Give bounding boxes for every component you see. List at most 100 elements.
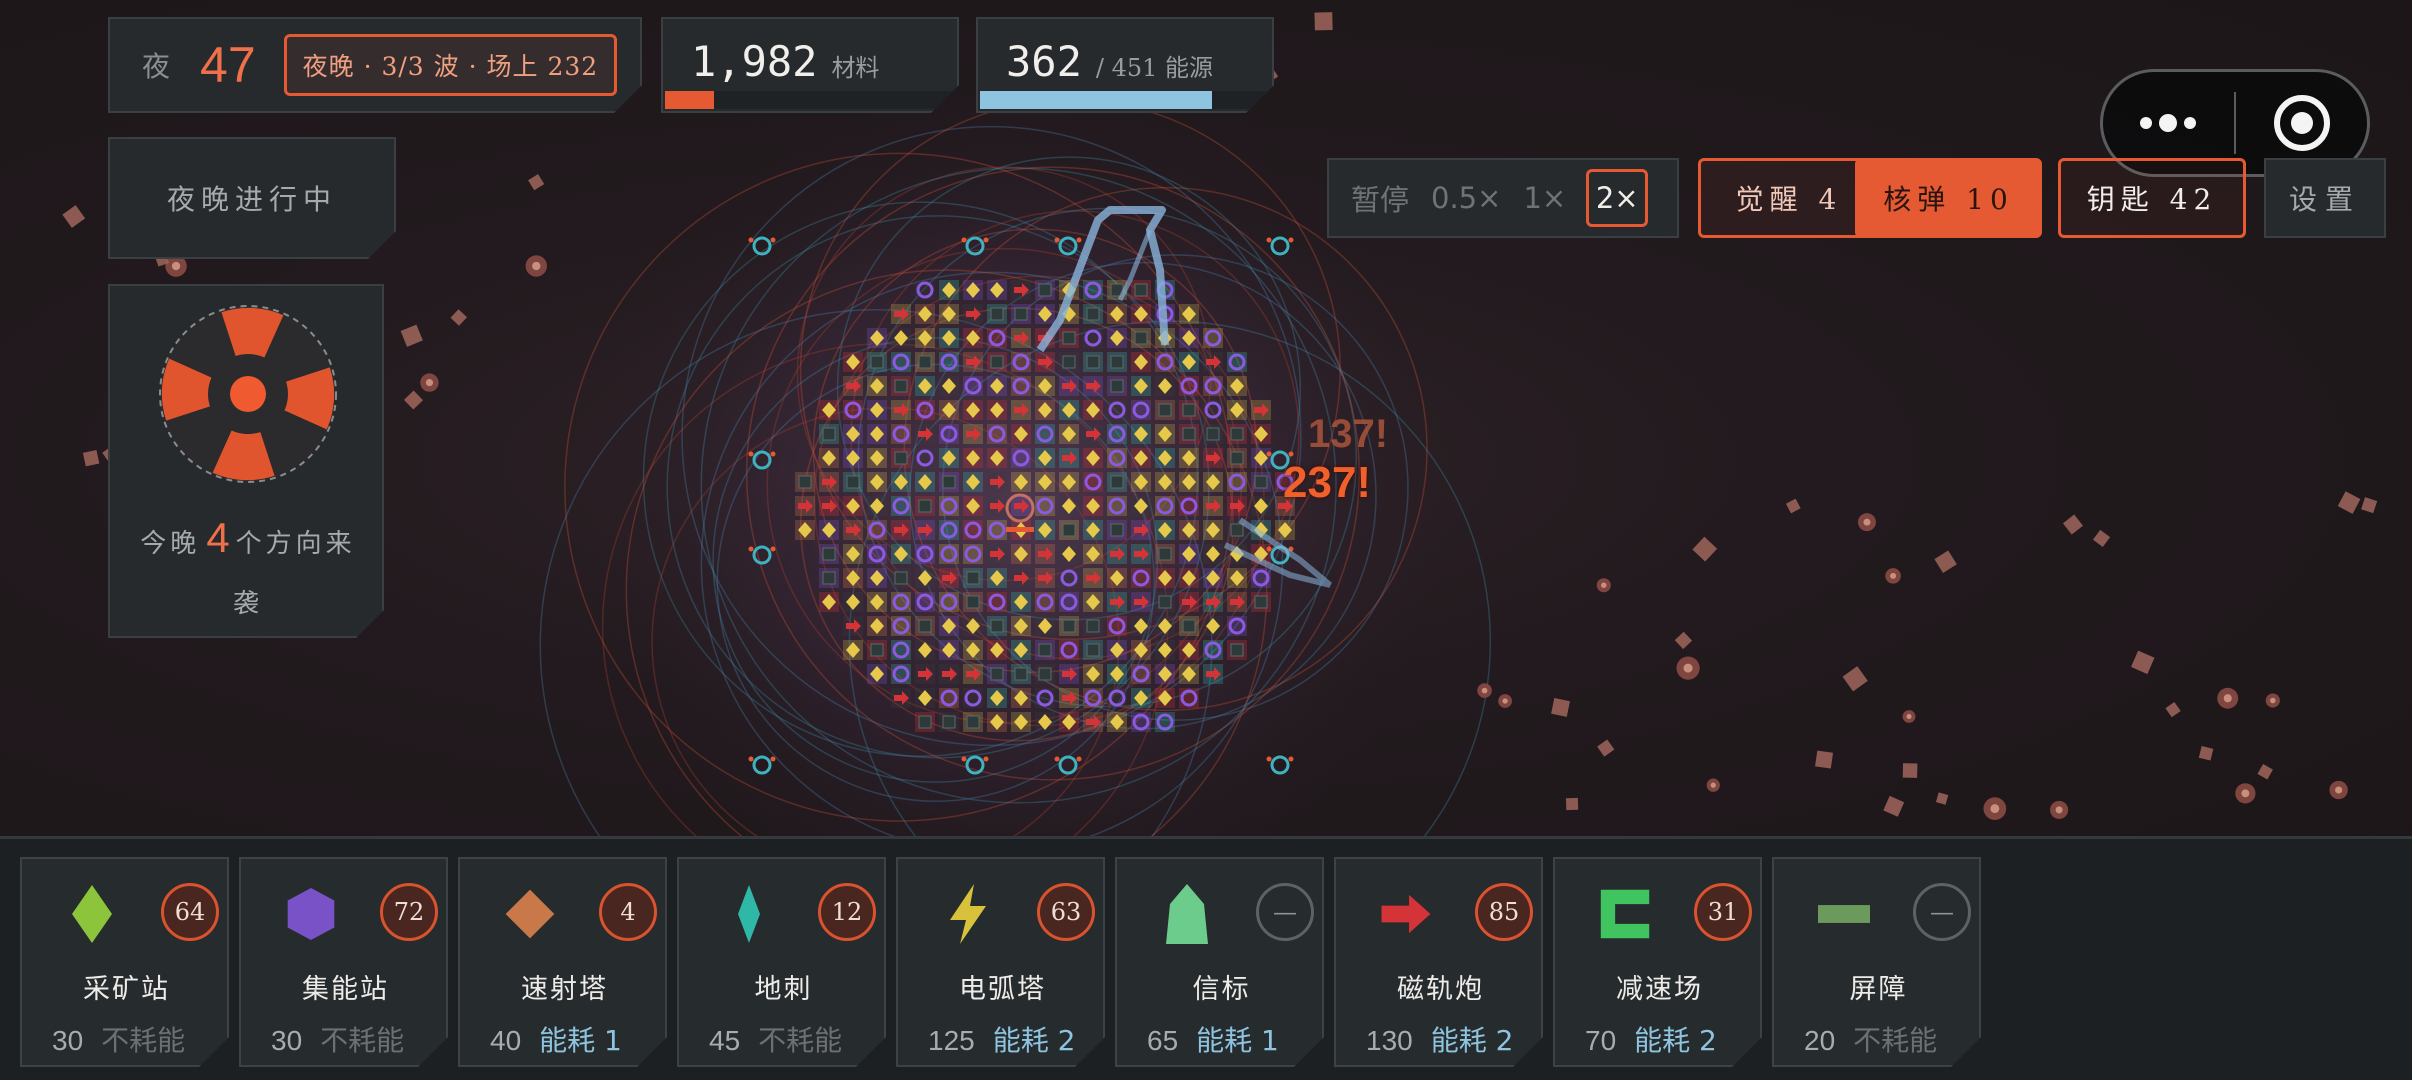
building-cost: 45	[709, 1025, 741, 1056]
building-count-badge: 31	[1694, 883, 1752, 941]
lightning-icon	[942, 881, 994, 947]
enemy-unit	[1692, 536, 1718, 562]
attack-direction-panel: 今晚 4 个方向来袭	[108, 284, 384, 638]
building-card[interactable]: 31 减速场 70 能耗 2	[1553, 857, 1762, 1067]
awaken-button[interactable]: 觉醒 4	[1698, 158, 1880, 238]
tower-piece	[1158, 547, 1172, 561]
enemy-unit-core	[2055, 806, 2063, 814]
building-count-badge: 72	[380, 883, 438, 941]
beacon-dot	[1266, 756, 1272, 762]
tower-piece	[1134, 331, 1148, 345]
building-card[interactable]: — 屏障 20 不耗能	[1772, 857, 1981, 1067]
enemy-unit-core	[1990, 804, 2000, 814]
beacon-dot	[983, 237, 989, 243]
building-card[interactable]: 4 速射塔 40 能耗 1	[458, 857, 667, 1067]
building-card[interactable]: 12 地刺 45 不耗能	[677, 857, 886, 1067]
beacon-dot	[983, 756, 989, 762]
night-panel: 夜 47 夜晚 · 3/3 波 · 场上 232	[108, 17, 642, 113]
beacon-dot	[961, 756, 967, 762]
building-name: 磁轨炮	[1397, 974, 1484, 1005]
building-cost-row: 45 不耗能	[709, 1019, 842, 1059]
enemy-unit-core	[2241, 789, 2250, 798]
nuke-button[interactable]: 核弹 10	[1855, 158, 2042, 238]
tower-piece	[1110, 475, 1124, 489]
damage-number: 237!	[1283, 458, 1372, 507]
beacon-dot	[1054, 756, 1060, 762]
building-cost: 40	[490, 1025, 522, 1056]
building-name: 电弧塔	[959, 974, 1046, 1005]
enemy-unit	[1785, 498, 1801, 514]
direction-suffix: 个方向来袭	[232, 529, 356, 619]
building-card[interactable]: 72 集能站 30 不耗能	[239, 857, 448, 1067]
enemy-unit-core	[1481, 687, 1488, 694]
building-energy: 能耗 2	[1430, 1024, 1514, 1057]
tower-piece	[1230, 451, 1244, 465]
materials-bar	[665, 91, 955, 109]
damage-number: 137!	[1308, 412, 1389, 456]
building-cost: 70	[1585, 1025, 1617, 1056]
settings-button[interactable]: 设置	[2264, 158, 2386, 238]
beacon-dot	[1076, 237, 1082, 243]
enemy-unit-core	[1906, 714, 1912, 720]
tower-piece	[918, 715, 932, 729]
speed-2x-button[interactable]: 2×	[1586, 169, 1649, 227]
beacon-dot	[1266, 546, 1272, 552]
beacon-dot	[961, 237, 967, 243]
building-cost-row: 20 不耗能	[1804, 1019, 1937, 1059]
tower-piece	[1182, 403, 1196, 417]
building-energy: 不耗能	[101, 1024, 186, 1057]
tower-piece	[918, 355, 932, 369]
enemy-unit-core	[1890, 572, 1897, 579]
enemy-unit	[1565, 797, 1579, 811]
building-count-badge: 63	[1037, 883, 1095, 941]
enemy-unit	[1934, 550, 1957, 573]
building-cost: 65	[1147, 1025, 1179, 1056]
enemy-unit	[2361, 497, 2378, 514]
tower-piece	[1110, 379, 1124, 393]
building-name: 速射塔	[521, 974, 608, 1005]
building-card[interactable]: 85 磁轨炮 130 能耗 2	[1334, 857, 1543, 1067]
building-energy: 能耗 1	[539, 1024, 622, 1057]
building-cost-row: 70 能耗 2	[1585, 1019, 1717, 1059]
speed-pause-button[interactable]: 暂停	[1351, 177, 1409, 219]
enemy-unit	[2062, 514, 2083, 535]
tower-piece	[1062, 331, 1076, 345]
building-cost: 130	[1366, 1025, 1413, 1056]
building-card[interactable]: 63 电弧塔 125 能耗 2	[896, 857, 1105, 1067]
speed-half-button[interactable]: 0.5×	[1431, 181, 1501, 215]
tower-piece	[1110, 355, 1124, 369]
materials-panel: 1,982 材料	[661, 17, 959, 113]
tower-piece	[1206, 427, 1220, 441]
core-marker-bar	[1006, 527, 1034, 532]
keys-button[interactable]: 钥匙 42	[2058, 158, 2246, 238]
enemy-unit	[1935, 792, 1949, 805]
direction-prefix: 今晚	[140, 529, 201, 559]
beacon-dot	[748, 756, 754, 762]
tower-piece	[798, 475, 812, 489]
tower-piece	[1014, 307, 1028, 321]
tower-piece	[894, 379, 908, 393]
building-card[interactable]: — 信标 65 能耗 1	[1115, 857, 1324, 1067]
enemy-unit	[1597, 739, 1615, 757]
energy-bar-fill	[980, 91, 1212, 109]
building-name: 减速场	[1616, 974, 1703, 1005]
building-cost-row: 125 能耗 2	[928, 1019, 1075, 1059]
speed-1x-button[interactable]: 1×	[1523, 181, 1566, 215]
barrier-bar-icon	[1818, 881, 1870, 947]
building-count-badge: —	[1256, 883, 1314, 941]
tower-piece	[1086, 355, 1100, 369]
building-cost-row: 40 能耗 1	[490, 1019, 622, 1059]
enemy-unit-core	[425, 379, 434, 387]
enemy-unit	[2092, 529, 2111, 547]
tower-piece	[1254, 595, 1268, 609]
enemy-unit-core	[1601, 582, 1607, 588]
tower-piece	[1086, 619, 1100, 633]
tower-piece	[1086, 643, 1100, 657]
enemy-unit	[1883, 795, 1905, 817]
tower-piece	[990, 619, 1004, 633]
tower-piece	[990, 667, 1004, 681]
enemy-unit-core	[1683, 663, 1693, 673]
attack-direction-text: 今晚 4 个方向来袭	[128, 508, 368, 634]
building-card[interactable]: 64 采矿站 30 不耗能	[20, 857, 229, 1067]
more-dots-icon	[2140, 114, 2197, 132]
